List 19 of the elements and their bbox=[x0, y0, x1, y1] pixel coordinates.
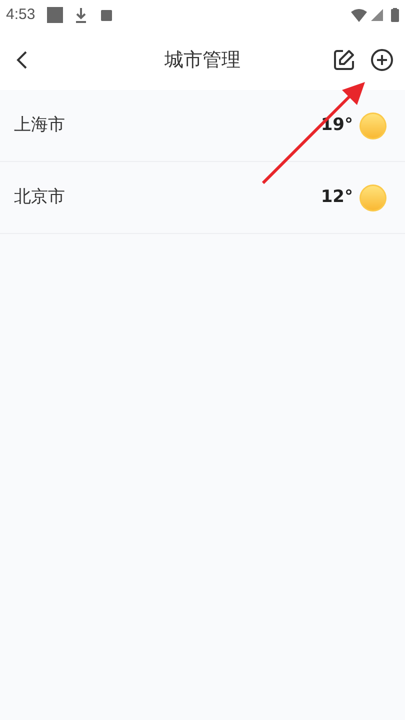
city-name: 上海市 bbox=[14, 114, 65, 137]
signal-icon bbox=[371, 9, 383, 21]
back-icon bbox=[16, 50, 28, 70]
status-time: 4:53 bbox=[6, 4, 36, 25]
page-title: 城市管理 bbox=[164, 48, 240, 73]
app-icon bbox=[101, 10, 112, 20]
city-temperature: 12° bbox=[320, 186, 353, 209]
notification-icon bbox=[47, 7, 64, 23]
city-name: 北京市 bbox=[14, 186, 65, 209]
download-icon bbox=[75, 7, 88, 23]
add-icon bbox=[370, 48, 394, 72]
sun-icon bbox=[359, 112, 387, 140]
battery-icon bbox=[391, 8, 399, 22]
wifi-icon bbox=[351, 8, 367, 22]
sun-icon bbox=[359, 184, 387, 212]
edit-icon bbox=[332, 48, 356, 72]
edit-button[interactable] bbox=[331, 47, 357, 73]
add-button[interactable] bbox=[369, 47, 395, 73]
city-row[interactable]: 北京市 12° bbox=[0, 162, 405, 234]
